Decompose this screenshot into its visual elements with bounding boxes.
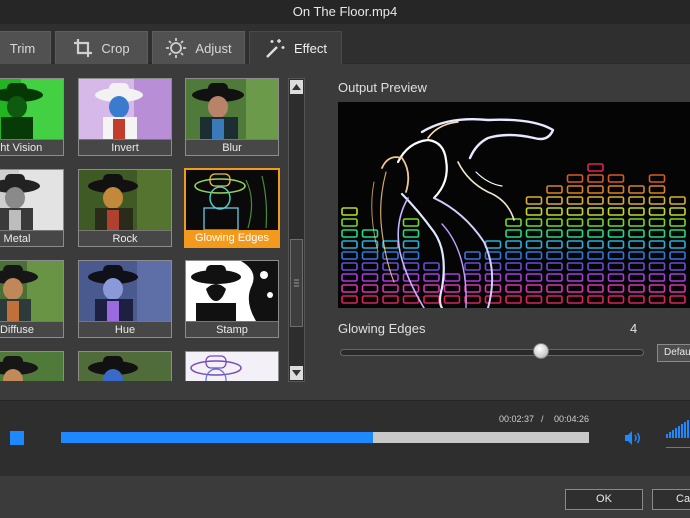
- effect-preview-image: [186, 79, 278, 139]
- tab-bar: Trim Crop Adjust Effect: [0, 24, 690, 64]
- stop-button[interactable]: [10, 431, 24, 445]
- effect-thumb[interactable]: [185, 351, 279, 381]
- cancel-button[interactable]: Cancel: [652, 489, 690, 510]
- effect-preview-image: [0, 352, 63, 381]
- effect-name-label: Glowing Edges: [338, 321, 426, 336]
- arrow-up-icon: [292, 84, 301, 90]
- tab-effect[interactable]: Effect: [249, 31, 342, 64]
- effect-thumb-metal[interactable]: Metal: [0, 169, 64, 247]
- arrow-down-icon: [292, 370, 301, 376]
- brightness-icon: [165, 37, 187, 59]
- playback-progress-fill: [61, 432, 373, 443]
- time-separator: /: [541, 414, 544, 424]
- ok-button[interactable]: OK: [565, 489, 643, 510]
- effect-thumb[interactable]: [0, 351, 64, 381]
- effect-preview-image: [186, 170, 278, 230]
- effect-thumb-night-vision[interactable]: ight Vision: [0, 78, 64, 156]
- effect-preview-image: [0, 79, 63, 139]
- effect-label: Blur: [186, 139, 278, 155]
- grip-icon: [294, 279, 299, 287]
- effect-list-scrollbar[interactable]: [288, 78, 305, 382]
- effect-thumb-glowing-edges[interactable]: Glowing Edges: [184, 168, 280, 248]
- output-preview-label: Output Preview: [338, 80, 427, 95]
- tab-adjust[interactable]: Adjust: [152, 31, 245, 64]
- preview-frame-image: [338, 102, 690, 308]
- effect-label: Stamp: [186, 321, 278, 337]
- tab-adjust-label: Adjust: [195, 40, 232, 56]
- magic-wand-icon: [264, 37, 286, 59]
- effect-label: ight Vision: [0, 139, 63, 155]
- volume-divider: [666, 447, 690, 448]
- playback-progress-bar[interactable]: [61, 432, 589, 443]
- tab-effect-label: Effect: [293, 40, 327, 56]
- effect-preview-image: [79, 170, 171, 230]
- window-title: On The Floor.mp4: [292, 4, 398, 19]
- effect-preview-image: [79, 261, 171, 321]
- output-preview-video: [338, 102, 690, 308]
- effect-label: Metal: [0, 230, 63, 246]
- effect-preview-image: [79, 352, 171, 381]
- effect-thumb[interactable]: [78, 351, 172, 381]
- effect-thumb-rock[interactable]: Rock: [78, 169, 172, 247]
- effect-thumb-stamp[interactable]: Stamp: [185, 260, 279, 338]
- effect-thumb-invert[interactable]: Invert: [78, 78, 172, 156]
- default-button[interactable]: Default: [657, 344, 690, 362]
- effect-label: Hue: [79, 321, 171, 337]
- tab-trim-label: Trim: [9, 40, 36, 56]
- crop-icon: [73, 38, 93, 58]
- effect-intensity-slider-knob[interactable]: [532, 343, 549, 359]
- effect-label: Rock: [79, 230, 171, 246]
- effect-label: Glowing Edges: [186, 230, 278, 246]
- effect-preview-image: [186, 261, 278, 321]
- tab-crop[interactable]: Crop: [55, 31, 148, 64]
- scroll-down-button[interactable]: [290, 366, 303, 380]
- effect-thumb-diffuse[interactable]: Diffuse: [0, 260, 64, 338]
- current-time: 00:02:37: [499, 414, 535, 424]
- effect-preview-image: [186, 352, 278, 381]
- tab-trim[interactable]: Trim: [0, 31, 51, 64]
- effect-intensity-slider[interactable]: [340, 349, 644, 356]
- effect-intensity-value: 4: [630, 321, 638, 336]
- effect-thumb-blur[interactable]: Blur: [185, 78, 279, 156]
- volume-level-meter[interactable]: [666, 420, 690, 438]
- scroll-up-button[interactable]: [290, 80, 303, 94]
- effect-preview-image: [79, 79, 171, 139]
- scroll-thumb[interactable]: [290, 239, 303, 327]
- effect-thumbnail-grid: ight Vision Invert: [0, 76, 285, 381]
- effect-thumb-hue[interactable]: Hue: [78, 260, 172, 338]
- effect-preview-image: [0, 170, 63, 230]
- volume-icon[interactable]: [624, 430, 642, 451]
- effect-label: Invert: [79, 139, 171, 155]
- effect-preview-image: [0, 261, 63, 321]
- tab-crop-label: Crop: [101, 40, 130, 56]
- window-title-bar: On The Floor.mp4: [0, 0, 690, 24]
- effect-label: Diffuse: [0, 321, 63, 337]
- total-time: 00:04:26: [554, 414, 590, 424]
